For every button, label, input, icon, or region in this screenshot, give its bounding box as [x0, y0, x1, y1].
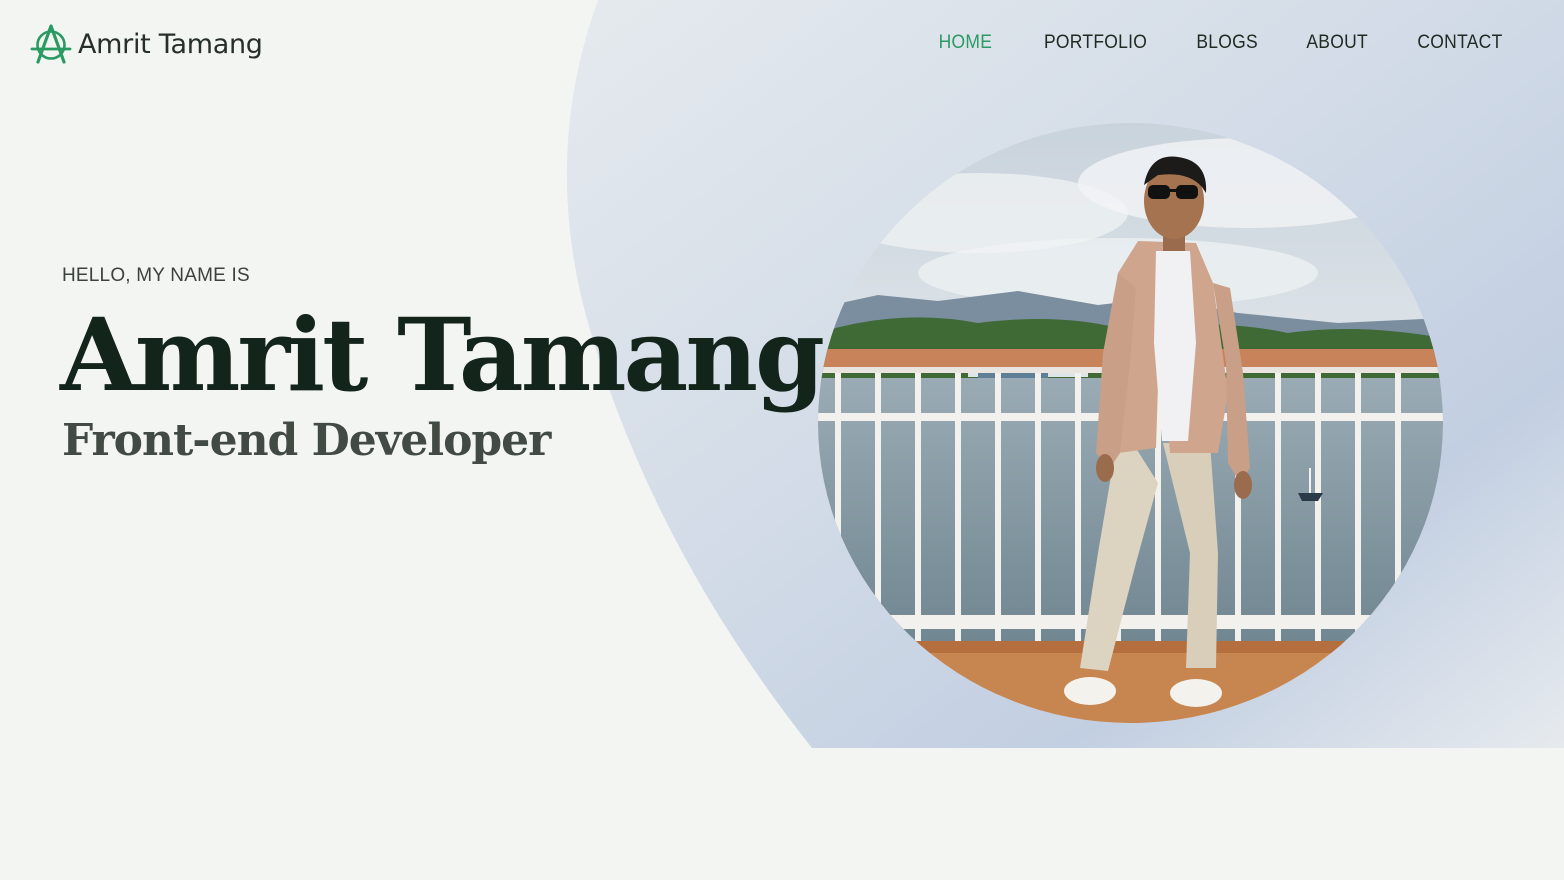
nav-blogs[interactable]: BLOGS	[1196, 32, 1258, 54]
nav-home[interactable]: HOME	[939, 32, 993, 54]
logo-text: Amrit Tamang	[78, 28, 263, 60]
nav-contact[interactable]: CONTACT	[1418, 32, 1503, 54]
anarchy-a-icon	[30, 24, 72, 64]
profile-photo-illustration	[818, 123, 1443, 723]
logo[interactable]: Amrit Tamang	[30, 22, 263, 66]
profile-photo	[818, 123, 1443, 723]
hero-intro: HELLO, MY NAME IS Amrit Tamang Front-end…	[60, 265, 825, 466]
nav-about[interactable]: ABOUT	[1306, 32, 1368, 54]
nav-portfolio[interactable]: PORTFOLIO	[1044, 32, 1147, 54]
main-nav: HOME PORTFOLIO BLOGS ABOUT CONTACT	[891, 32, 1503, 54]
site-header: Amrit Tamang HOME PORTFOLIO BLOGS ABOUT …	[0, 0, 1564, 95]
hero-greeting: HELLO, MY NAME IS	[62, 265, 250, 286]
hero-name: Amrit Tamang	[60, 296, 825, 414]
hero-role: Front-end Developer	[62, 415, 551, 466]
